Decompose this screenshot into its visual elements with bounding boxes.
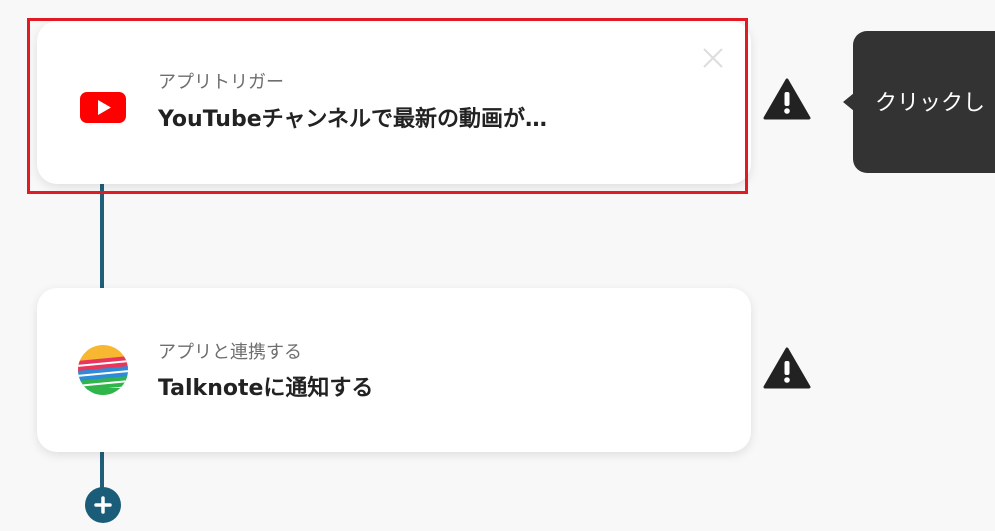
flow-connector-bottom <box>100 452 104 488</box>
step-type-label: アプリと連携する <box>158 342 302 363</box>
talknote-icon <box>77 344 129 396</box>
youtube-icon <box>77 81 129 133</box>
step-type-label: アプリトリガー <box>158 72 284 93</box>
add-step-button[interactable] <box>85 487 121 523</box>
tooltip: クリックし <box>853 31 995 173</box>
flow-connector-top <box>100 184 104 288</box>
trigger-step-card[interactable]: アプリトリガー YouTubeチャンネルで最新の動画が… <box>37 21 751 184</box>
warning-icon[interactable] <box>763 347 811 389</box>
action-step-card[interactable]: アプリと連携する Talknoteに通知する <box>37 288 751 452</box>
close-icon[interactable] <box>700 45 726 71</box>
plus-icon <box>94 496 112 514</box>
warning-icon[interactable] <box>763 78 811 120</box>
step-title: YouTubeチャンネルで最新の動画が… <box>158 107 547 132</box>
step-title: Talknoteに通知する <box>158 376 374 401</box>
tooltip-text: クリックし <box>875 91 986 116</box>
